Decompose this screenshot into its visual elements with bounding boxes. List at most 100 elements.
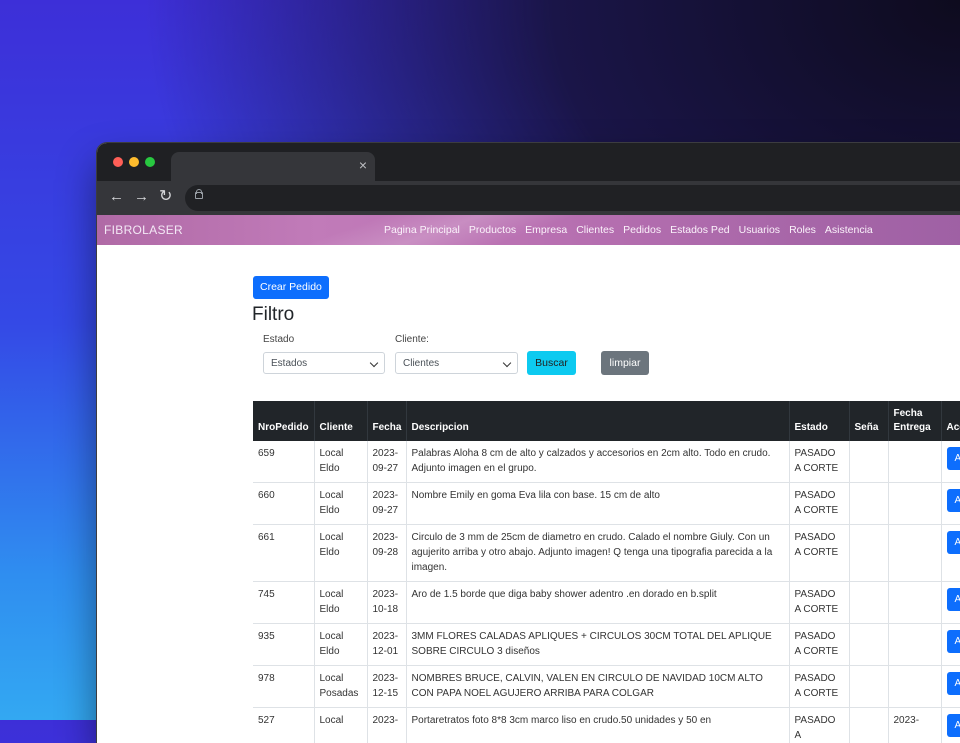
tab-close-icon[interactable]: × [359,157,367,173]
cell-fecha-entrega [888,441,941,483]
col-header-fecha-entrega[interactable]: Fecha Entrega [888,401,941,441]
cell-cliente: Local [314,708,367,743]
cell-sena [849,624,888,666]
browser-toolbar: ← → ↻ [97,181,960,215]
estado-select[interactable]: Estados [263,352,385,374]
table-header-row: NroPedido Cliente Fecha Descripcion Esta… [253,401,960,441]
cell-descripcion: Circulo de 3 mm de 25cm de diametro en c… [406,525,789,582]
row-action-button[interactable]: Ac [947,672,960,695]
cell-nro: 659 [253,441,314,483]
page-viewport: FIBROLASER Pagina Principal Productos Em… [97,215,960,743]
row-action-button[interactable]: Ac [947,630,960,653]
cell-acciones: Ac [941,582,960,624]
nav-link-productos[interactable]: Productos [469,224,516,236]
row-action-button[interactable]: Ac [947,447,960,470]
brand-logo[interactable]: FIBROLASER [104,223,183,237]
minimize-window-button[interactable] [129,157,139,167]
orders-table: NroPedido Cliente Fecha Descripcion Esta… [253,401,960,743]
col-header-fecha[interactable]: Fecha [367,401,406,441]
cell-estado: PASADO A CORTE [789,483,849,525]
cell-fecha: 2023- [367,708,406,743]
cell-acciones: Ac [941,624,960,666]
table-row: 660 Local Eldo 2023-09-27 Nombre Emily e… [253,483,960,525]
cell-cliente: Local Eldo [314,441,367,483]
cell-descripcion: Nombre Emily en goma Eva lila con base. … [406,483,789,525]
cell-descripcion: NOMBRES BRUCE, CALVIN, VALEN EN CIRCULO … [406,666,789,708]
top-navbar: FIBROLASER Pagina Principal Productos Em… [97,215,960,245]
table-row: 745 Local Eldo 2023-10-18 Aro de 1.5 bor… [253,582,960,624]
nav-link-pedidos[interactable]: Pedidos [623,224,661,236]
cell-descripcion: 3MM FLORES CALADAS APLIQUES + CIRCULOS 3… [406,624,789,666]
col-header-estado[interactable]: Estado [789,401,849,441]
cell-cliente: Local Eldo [314,624,367,666]
clear-button[interactable]: limpiar [601,351,649,375]
cell-nro: 745 [253,582,314,624]
cell-fecha-entrega [888,525,941,582]
create-order-button[interactable]: Crear Pedido [253,276,329,299]
cell-nro: 661 [253,525,314,582]
back-arrow-icon[interactable]: ← [109,188,124,206]
search-button[interactable]: Buscar [527,351,576,375]
cell-fecha-entrega [888,624,941,666]
nav-link-asistencia[interactable]: Asistencia [825,224,873,236]
table-row: 659 Local Eldo 2023-09-27 Palabras Aloha… [253,441,960,483]
cell-acciones: Ac [941,666,960,708]
estado-label: Estado [263,334,294,345]
cliente-label: Cliente: [395,334,429,345]
browser-tab[interactable]: × [171,152,375,181]
cell-nro: 527 [253,708,314,743]
nav-link-pagina-principal[interactable]: Pagina Principal [384,224,460,236]
col-header-descripcion[interactable]: Descripcion [406,401,789,441]
table-row: 935 Local Eldo 2023-12-01 3MM FLORES CAL… [253,624,960,666]
col-header-sena[interactable]: Seña [849,401,888,441]
cell-cliente: Local Eldo [314,525,367,582]
cell-estado: PASADO A CORTE [789,441,849,483]
browser-window: × ← → ↻ FIBROLASER Pagina Principal Prod… [97,143,960,743]
address-bar[interactable] [185,185,960,211]
cell-estado: PASADO A CORTE [789,624,849,666]
reload-icon[interactable]: ↻ [159,188,172,206]
cliente-select[interactable]: Clientes [395,352,518,374]
cell-cliente: Local Posadas [314,666,367,708]
cell-nro: 660 [253,483,314,525]
chevron-down-icon [370,359,378,367]
row-action-button[interactable]: Ac [947,489,960,512]
maximize-window-button[interactable] [145,157,155,167]
row-action-button[interactable]: Ac [947,714,960,737]
cliente-select-value: Clientes [403,358,439,369]
nav-link-estados-ped[interactable]: Estados Ped [670,224,730,236]
cell-estado: PASADO A CORTE [789,666,849,708]
nav-link-clientes[interactable]: Clientes [576,224,614,236]
row-action-button[interactable]: Ac [947,588,960,611]
forward-arrow-icon[interactable]: → [134,188,149,206]
cell-fecha-entrega: 2023- [888,708,941,743]
nav-link-usuarios[interactable]: Usuarios [739,224,780,236]
nav-link-roles[interactable]: Roles [789,224,816,236]
cell-sena [849,582,888,624]
cell-fecha: 2023-12-01 [367,624,406,666]
cell-sena [849,441,888,483]
cell-acciones: Ac [941,483,960,525]
cell-sena [849,666,888,708]
row-action-button[interactable]: Ac [947,531,960,554]
cell-sena [849,483,888,525]
cell-nro: 935 [253,624,314,666]
close-window-button[interactable] [113,157,123,167]
cell-fecha-entrega [888,666,941,708]
cell-descripcion: Palabras Aloha 8 cm de alto y calzados y… [406,441,789,483]
cell-sena [849,708,888,743]
nav-links: Pagina Principal Productos Empresa Clien… [384,224,873,236]
cell-fecha: 2023-09-27 [367,441,406,483]
cell-acciones: Ac [941,525,960,582]
cell-sena [849,525,888,582]
nav-link-empresa[interactable]: Empresa [525,224,567,236]
filter-title: Filtro [252,304,294,326]
col-header-nropedido[interactable]: NroPedido [253,401,314,441]
table-row: 527 Local 2023- Portaretratos foto 8*8 3… [253,708,960,743]
cell-estado: PASADO A [789,708,849,743]
col-header-cliente[interactable]: Cliente [314,401,367,441]
cell-descripcion: Portaretratos foto 8*8 3cm marco liso en… [406,708,789,743]
tab-bar: × [97,143,960,181]
col-header-acciones: Acciones [941,401,960,441]
chevron-down-icon [503,359,511,367]
